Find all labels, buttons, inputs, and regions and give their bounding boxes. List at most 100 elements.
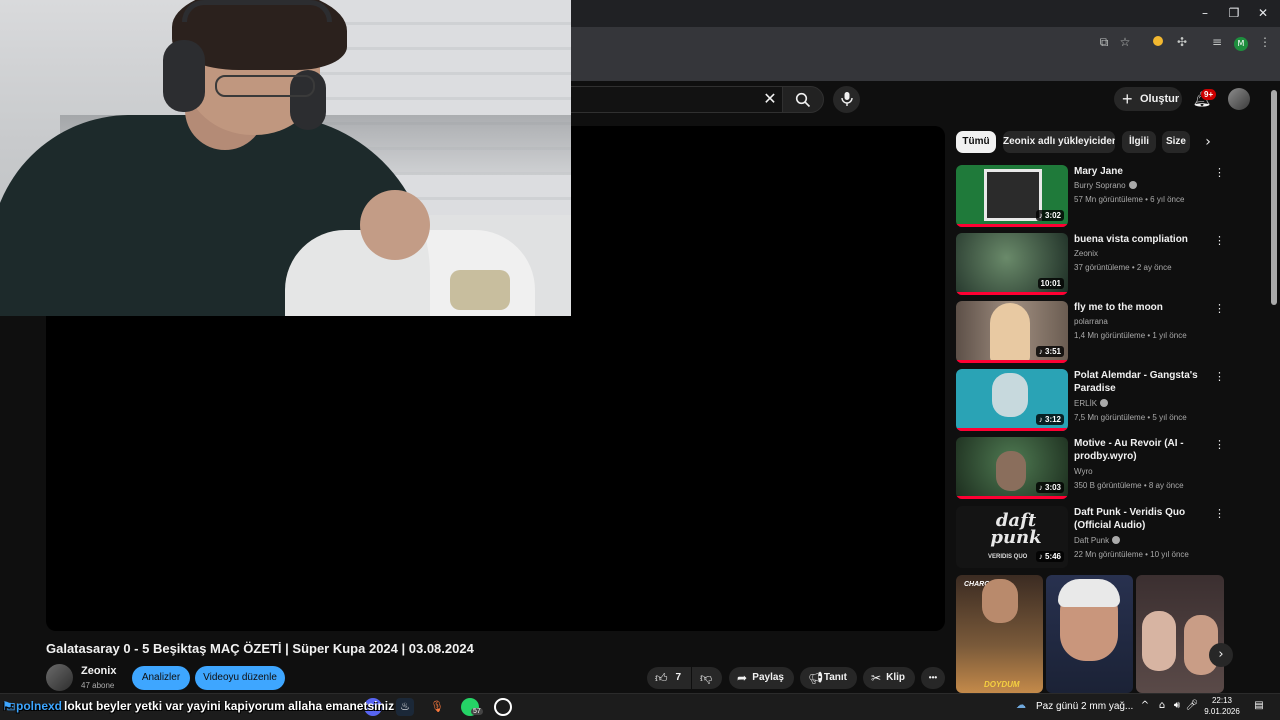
profile-avatar[interactable]: M	[1233, 34, 1249, 51]
analytics-button[interactable]: Analizler	[132, 666, 190, 690]
chip-from-uploader[interactable]: Zeonix adlı yükleyiciden	[1003, 131, 1115, 153]
short-card[interactable]	[1136, 575, 1224, 693]
recommendation-card[interactable]: ♪ 3:03 Motive - Au Revoir (AI - prodby.w…	[956, 437, 1226, 501]
whatsapp-badge: 57	[471, 708, 483, 715]
search-icon	[795, 92, 811, 108]
thumbs-down-icon: 👎︎	[700, 671, 713, 685]
video-title: Galatasaray 0 - 5 Beşiktaş MAÇ ÖZETİ | S…	[46, 641, 474, 656]
recommendation-card[interactable]: ♪ 3:02 Mary Jane Burry Soprano 57 Mn gör…	[956, 165, 1226, 229]
recommendation-title[interactable]: buena vista compliation	[1074, 233, 1214, 246]
extension-dot-icon[interactable]	[1150, 34, 1166, 50]
more-vert-icon[interactable]: ⋮	[1214, 167, 1225, 179]
subscriber-count: 47 abone	[81, 681, 115, 690]
clip-button[interactable]: ✂ Klip	[863, 667, 915, 689]
recommendation-title[interactable]: Daft Punk - Veridis Quo (Official Audio)	[1074, 506, 1214, 532]
chip-for-you[interactable]: Size	[1162, 131, 1190, 153]
browser-menu-icon[interactable]: ⋮	[1257, 34, 1273, 50]
short-card[interactable]: CHARONS?! DOYDUM	[956, 575, 1043, 693]
bookmark-star-icon[interactable]: ☆	[1117, 34, 1133, 50]
channel-avatar[interactable]	[46, 664, 73, 691]
more-vert-icon[interactable]: ⋮	[1214, 439, 1225, 451]
media-control-icon[interactable]: ≡	[1209, 34, 1225, 50]
video-thumbnail[interactable]: ♪ 3:12	[956, 369, 1068, 431]
recommendation-title[interactable]: Mary Jane	[1074, 165, 1214, 178]
extensions-puzzle-icon[interactable]: ✣	[1174, 34, 1190, 50]
tray-chevron-up-icon[interactable]: ^	[1138, 699, 1152, 713]
dislike-button[interactable]: 👎︎	[692, 667, 722, 689]
recommendation-meta: 350 B görüntüleme • 8 ay önce	[1074, 481, 1184, 490]
verified-icon	[1100, 399, 1109, 407]
duration-badge: ♪ 5:46	[1035, 551, 1064, 562]
taskbar-clock[interactable]: 22:13 9.01.2026	[1198, 695, 1246, 717]
network-icon[interactable]: ⌂	[1155, 699, 1169, 713]
create-button[interactable]: + Oluştur	[1114, 87, 1182, 111]
video-thumbnail[interactable]: ♪ 3:02	[956, 165, 1068, 227]
more-actions-button[interactable]: •••	[921, 667, 945, 689]
recommendation-meta: 7,5 Mn görüntüleme • 5 yıl önce	[1074, 413, 1187, 422]
volume-icon[interactable]: 🔊︎	[1170, 699, 1184, 713]
install-app-icon[interactable]: ⧉	[1096, 34, 1112, 50]
duration-badge: ♪ 3:03	[1035, 482, 1064, 493]
recommendation-channel[interactable]: ERLİK	[1074, 399, 1109, 408]
megaphone-icon: 📢︎	[808, 671, 824, 685]
shorts-next-chevron-icon[interactable]: ›	[1209, 643, 1233, 667]
video-thumbnail[interactable]: ♪ 3:03	[956, 437, 1068, 499]
search-button[interactable]	[782, 86, 824, 113]
recommendation-channel[interactable]: polarrana	[1074, 317, 1108, 326]
duration-badge: ♪ 3:02	[1035, 210, 1064, 221]
video-thumbnail[interactable]: ♪ 3:51	[956, 301, 1068, 363]
chat-user-icon: ⚑	[2, 699, 13, 713]
chevron-right-icon[interactable]: ›	[1198, 132, 1218, 152]
edit-video-button[interactable]: Videoyu düzenle	[195, 666, 285, 690]
more-vert-icon[interactable]: ⋮	[1214, 303, 1225, 315]
more-vert-icon[interactable]: ⋮	[1214, 508, 1225, 520]
chat-message: lokut beyler yetki var yayini kapiyorum …	[64, 699, 395, 713]
promote-button[interactable]: 📢︎ Tanıt	[800, 667, 857, 689]
video-thumbnail[interactable]: 10:01	[956, 233, 1068, 295]
voice-search-button[interactable]	[833, 86, 860, 113]
microphone-app-icon[interactable]: 🎙︎	[428, 698, 446, 716]
scissors-icon: ✂	[871, 671, 882, 685]
recommendation-title[interactable]: Motive - Au Revoir (AI - prodby.wyro)	[1074, 437, 1214, 463]
recommendation-meta: 1,4 Mn görüntüleme • 1 yıl önce	[1074, 331, 1187, 340]
recommendation-card[interactable]: 10:01 buena vista compliation Zeonix 37 …	[956, 233, 1226, 297]
verified-icon	[1128, 181, 1137, 189]
recommendation-channel[interactable]: Daft Punk	[1074, 536, 1121, 545]
short-card[interactable]	[1046, 575, 1133, 693]
clock-time: 22:13	[1211, 696, 1233, 705]
recommendation-card[interactable]: ♪ 3:51 fly me to the moon polarrana 1,4 …	[956, 301, 1226, 365]
recommendation-channel[interactable]: Wyro	[1074, 467, 1093, 476]
more-vert-icon[interactable]: ⋮	[1214, 371, 1225, 383]
recommendation-card[interactable]: ♪ 3:12 Polat Alemdar - Gangsta's Paradis…	[956, 369, 1226, 433]
webcam-overlay	[0, 0, 571, 316]
chip-all[interactable]: Tümü	[956, 131, 996, 153]
weather-text[interactable]: Paz günü 2 mm yağ...	[1036, 701, 1133, 712]
search-input[interactable]	[560, 86, 785, 113]
search-clear-icon[interactable]: ✕	[760, 88, 780, 110]
channel-name[interactable]: Zeonix	[81, 665, 116, 677]
share-button[interactable]: ➦ Paylaş	[729, 667, 794, 689]
recommendation-title[interactable]: fly me to the moon	[1074, 301, 1214, 314]
mic-tray-icon[interactable]: 🎤︎	[1185, 699, 1199, 713]
video-thumbnail[interactable]: daft punk VERIDIS QUO ♪ 5:46	[956, 506, 1068, 568]
close-window-button[interactable]: ✕	[1246, 0, 1280, 27]
thumbs-up-icon: 👍︎	[655, 671, 668, 685]
account-avatar[interactable]	[1228, 88, 1250, 110]
more-vert-icon[interactable]: ⋮	[1214, 235, 1225, 247]
share-arrow-icon: ➦	[737, 671, 748, 685]
notification-center-icon[interactable]: ▤	[1252, 699, 1266, 713]
chip-related[interactable]: İlgili	[1122, 131, 1156, 153]
weather-cloud-icon[interactable]: ☁	[1014, 699, 1028, 713]
like-button[interactable]: 👍︎ 7	[647, 667, 691, 689]
recommendation-channel[interactable]: Zeonix	[1074, 249, 1098, 258]
verified-icon	[1112, 536, 1121, 544]
watched-progress-bar	[956, 428, 1068, 431]
recommendation-title[interactable]: Polat Alemdar - Gangsta's Paradise	[1074, 369, 1214, 395]
duration-badge: 10:01	[1037, 278, 1064, 289]
watched-progress-bar	[956, 292, 1068, 295]
recommendation-card[interactable]: daft punk VERIDIS QUO ♪ 5:46 Daft Punk -…	[956, 506, 1226, 570]
steam-app-icon[interactable]: ♨	[396, 698, 414, 716]
obs-app-icon[interactable]	[494, 698, 512, 716]
page-scrollbar[interactable]	[1271, 90, 1277, 305]
recommendation-channel[interactable]: Burry Soprano	[1074, 181, 1137, 190]
